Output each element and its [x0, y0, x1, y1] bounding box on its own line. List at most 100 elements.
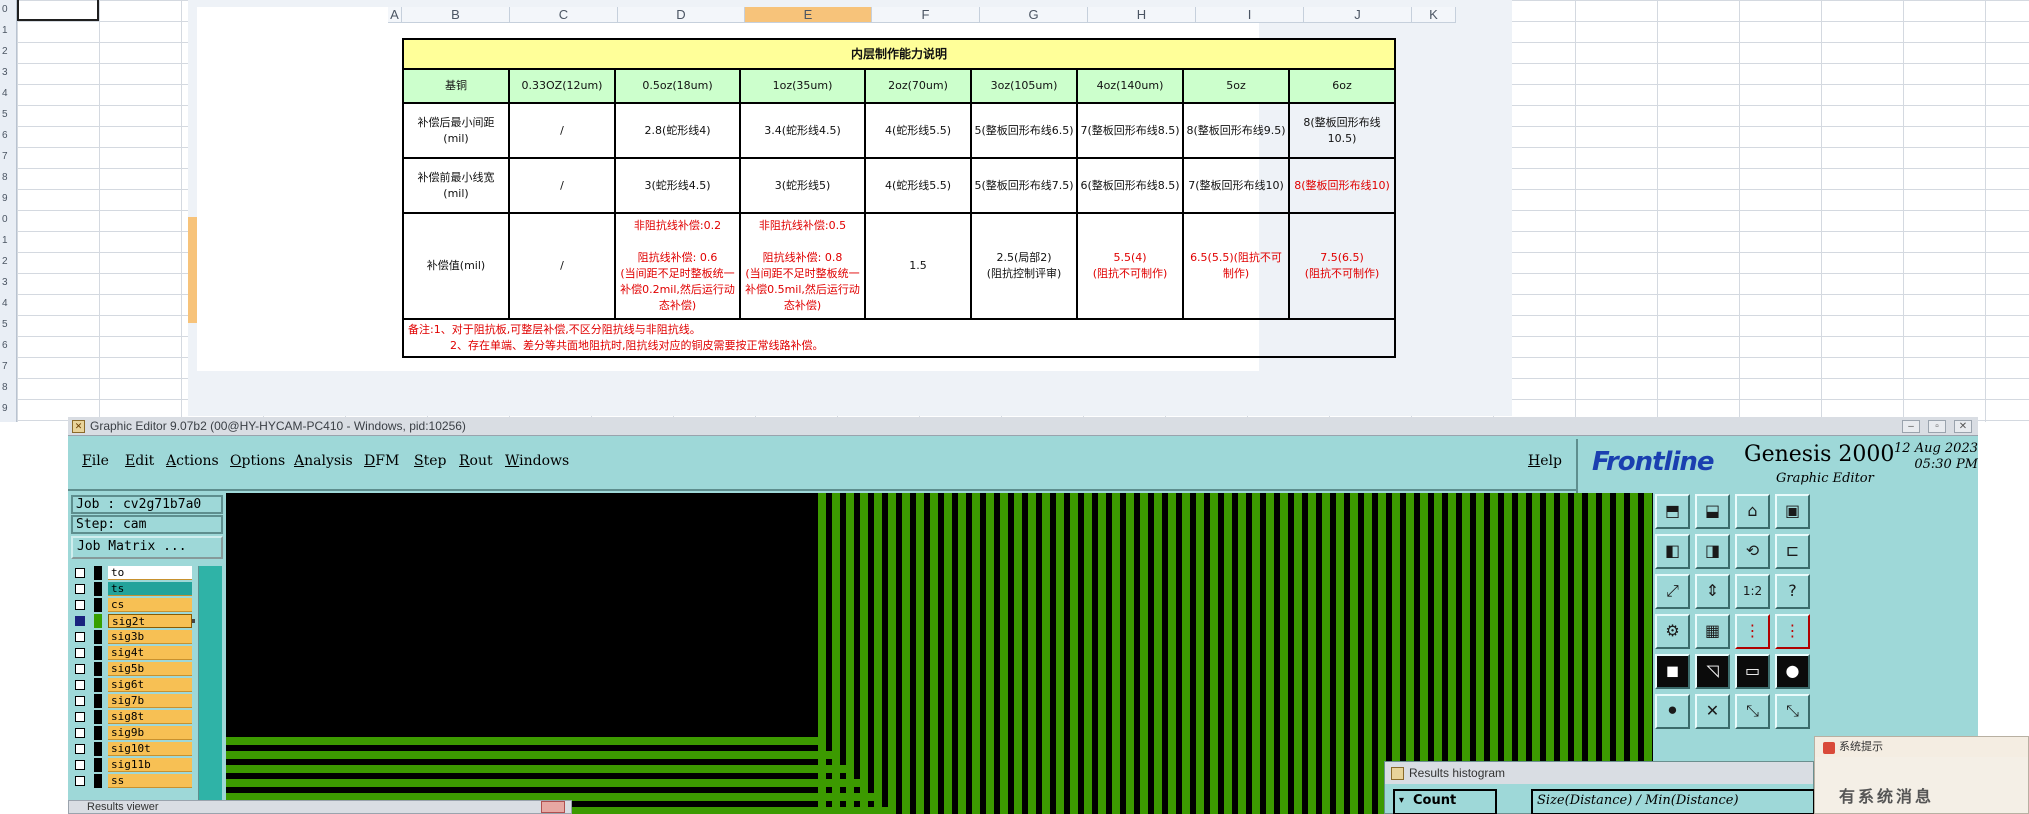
layer-checkbox[interactable]	[75, 744, 85, 754]
row-number[interactable]: 6	[2, 130, 8, 141]
layer-name[interactable]: sig5b	[108, 662, 192, 676]
layer-name[interactable]: sig4t	[108, 646, 192, 660]
layer-checkbox[interactable]	[75, 568, 85, 578]
menu-options[interactable]: Options	[230, 453, 285, 469]
layer-name[interactable]: sig11b	[108, 758, 192, 772]
menu-actions[interactable]: Actions	[166, 453, 219, 469]
column-header[interactable]: H	[1088, 7, 1196, 23]
pan-up-icon[interactable]: ⬒	[1655, 494, 1690, 529]
row-number[interactable]: 3	[2, 67, 8, 78]
layer-color-swatch[interactable]	[94, 710, 102, 724]
layer-checkbox[interactable]	[75, 776, 85, 786]
layer-checkbox[interactable]	[75, 760, 85, 770]
zoom-area-icon[interactable]: ⇕	[1695, 574, 1730, 609]
column-header[interactable]: C	[510, 7, 618, 23]
layer-row[interactable]: sig7b	[71, 694, 197, 708]
row-number[interactable]: 8	[2, 382, 8, 393]
layer-row[interactable]: sig2t	[71, 614, 197, 628]
zoom-back-icon[interactable]: ⟲	[1735, 534, 1770, 569]
row-number[interactable]: 4	[2, 298, 8, 309]
column-header[interactable]: E	[745, 7, 872, 23]
grid-icon[interactable]: ▦	[1695, 614, 1730, 649]
layer-name[interactable]: sig7b	[108, 694, 192, 708]
layer-row[interactable]: sig3b	[71, 630, 197, 644]
layer-row[interactable]: sig4t	[71, 646, 197, 660]
layer-checkbox[interactable]	[75, 632, 85, 642]
layer-color-swatch[interactable]	[94, 630, 102, 644]
layer-checkbox[interactable]	[75, 616, 85, 626]
layer-color-swatch[interactable]	[94, 678, 102, 692]
menu-analysis[interactable]: Analysis	[294, 453, 353, 469]
layer-list-scrollbar[interactable]	[198, 566, 222, 814]
layer-color-swatch[interactable]	[94, 566, 102, 580]
fit-screen-icon[interactable]: ⤢	[1655, 574, 1690, 609]
layer-name[interactable]: ss	[108, 774, 192, 788]
menu-dfm[interactable]: DFM	[364, 453, 399, 469]
layer-color-swatch[interactable]	[94, 598, 102, 612]
layer-color-swatch[interactable]	[94, 582, 102, 596]
row-number[interactable]: 1	[2, 25, 8, 36]
layer-row[interactable]: sig10t	[71, 742, 197, 756]
layer-checkbox[interactable]	[75, 728, 85, 738]
layer-row[interactable]: sig8t	[71, 710, 197, 724]
home-icon[interactable]: ⌂	[1735, 494, 1770, 529]
layer-name[interactable]: sig2t	[108, 614, 192, 628]
menu-rout[interactable]: Rout	[459, 453, 493, 469]
layer-row[interactable]: ts	[71, 582, 197, 596]
row-number[interactable]: 9	[2, 193, 8, 204]
row-number[interactable]: 2	[2, 256, 8, 267]
column-header[interactable]: I	[1196, 7, 1304, 23]
window-titlebar[interactable]: ✕ Graphic Editor 9.07b2 (00@HY-HYCAM-PC4…	[68, 417, 1978, 436]
pan-left-icon[interactable]: ◧	[1655, 534, 1690, 569]
delete-icon[interactable]: ✕	[1695, 694, 1730, 729]
layer-checkbox[interactable]	[75, 600, 85, 610]
system-notice-popup[interactable]: 系统提示 有系统消息	[1814, 736, 2029, 814]
help-icon[interactable]: ?	[1775, 574, 1810, 609]
count-dropdown[interactable]: Count	[1393, 789, 1497, 814]
layer-name[interactable]: ts	[108, 582, 192, 596]
row-number[interactable]: 7	[2, 361, 8, 372]
layer-checkbox[interactable]	[75, 712, 85, 722]
column-header[interactable]: D	[618, 7, 745, 23]
row-number[interactable]: 0	[2, 4, 8, 15]
results-viewer-window[interactable]: Results viewer	[68, 800, 572, 814]
menu-edit[interactable]: Edit	[125, 453, 154, 469]
ruler-icon[interactable]: ▭	[1735, 654, 1770, 689]
layer-row[interactable]: to	[71, 566, 197, 580]
row-number[interactable]: 4	[2, 88, 8, 99]
column-header[interactable]: A	[388, 7, 402, 23]
layer-row[interactable]: sig5b	[71, 662, 197, 676]
menu-windows[interactable]: Windows	[505, 453, 569, 469]
job-matrix-button[interactable]: Job Matrix ...	[71, 536, 223, 559]
row-number[interactable]: 7	[2, 151, 8, 162]
scale-1-2-icon[interactable]: 1:2	[1735, 574, 1770, 609]
size-field[interactable]: Size(Distance) / Min(Distance)	[1531, 789, 1815, 814]
layer-color-swatch[interactable]	[94, 614, 102, 628]
select-icon[interactable]: ◼	[1655, 654, 1690, 689]
menu-step[interactable]: Step	[414, 453, 446, 469]
layer-color-swatch[interactable]	[94, 742, 102, 756]
selected-cell[interactable]	[17, 0, 99, 21]
column-header[interactable]: B	[402, 7, 510, 23]
minimize-icon[interactable]: –	[1902, 420, 1920, 433]
layer-name[interactable]: sig6t	[108, 678, 192, 692]
layer-checkbox[interactable]	[75, 680, 85, 690]
layer-name[interactable]: sig9b	[108, 726, 192, 740]
layer-row[interactable]: sig6t	[71, 678, 197, 692]
layer-name[interactable]: to	[108, 566, 192, 580]
scale-icon[interactable]: ◹	[1695, 654, 1730, 689]
row-number[interactable]: 9	[2, 403, 8, 414]
layer-color-swatch[interactable]	[94, 774, 102, 788]
layer-name[interactable]: sig10t	[108, 742, 192, 756]
close-icon[interactable]	[541, 801, 565, 813]
layer-color-swatch[interactable]	[94, 646, 102, 660]
layer-color-swatch[interactable]	[94, 726, 102, 740]
row-number[interactable]: 2	[2, 46, 8, 57]
net-icon[interactable]: ⚫	[1655, 694, 1690, 729]
layer-row[interactable]: sig11b	[71, 758, 197, 772]
column-header[interactable]: F	[872, 7, 980, 23]
layer-compare-icon[interactable]: ⋮	[1735, 614, 1770, 649]
dot-icon[interactable]: ●	[1775, 654, 1810, 689]
maximize-icon[interactable]: ▫	[1928, 420, 1946, 433]
layer-row[interactable]: cs	[71, 598, 197, 612]
